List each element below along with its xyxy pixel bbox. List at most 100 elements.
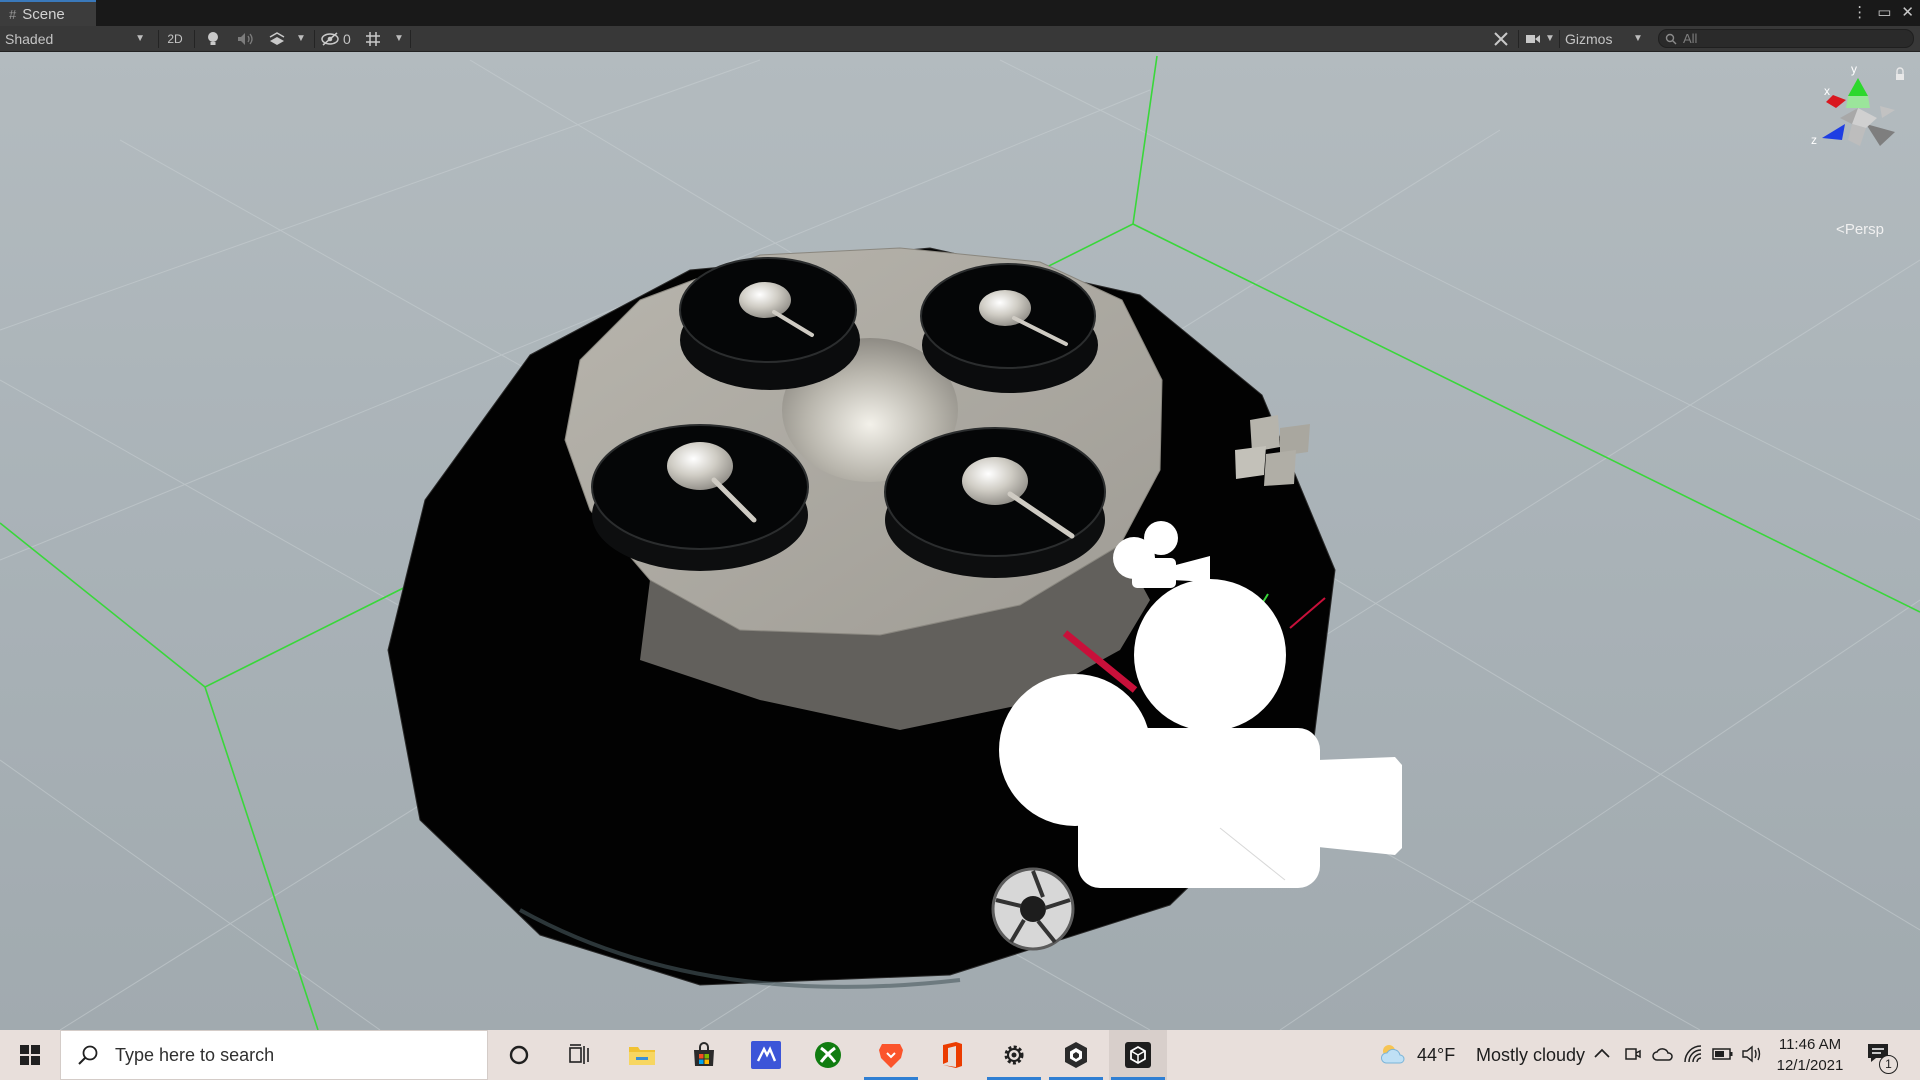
file-explorer-icon — [629, 1047, 655, 1065]
audio-toggle-button[interactable] — [234, 26, 256, 51]
shading-mode-value: Shaded — [5, 30, 54, 47]
editor-title-strip: # Scene ⋮ ▭ ✕ — [0, 0, 1920, 26]
settings-icon — [1004, 1045, 1024, 1065]
toolbar-divider — [314, 30, 315, 48]
close-icon[interactable]: ✕ — [1901, 3, 1914, 21]
lighting-toggle-button[interactable] — [202, 26, 224, 51]
chevron-down-icon: ▼ — [1545, 33, 1555, 44]
unity-editor-icon — [1125, 1042, 1151, 1068]
unity-editor-button[interactable] — [1109, 1030, 1167, 1080]
tools-icon — [1494, 31, 1508, 46]
wifi-icon — [1684, 1045, 1702, 1063]
toolbar-divider — [410, 30, 411, 48]
scene-grid-icon: # — [9, 6, 17, 22]
unity-hub-icon — [1065, 1042, 1087, 1068]
eye-hidden-icon — [321, 31, 339, 46]
orientation-gizmo[interactable]: y x z — [1811, 62, 1895, 147]
2d-toggle-button[interactable]: 2D — [162, 26, 188, 51]
cortana-button[interactable] — [490, 1030, 548, 1080]
maximize-icon[interactable]: ▭ — [1877, 3, 1891, 21]
gizmo-z-label: z — [1811, 133, 1817, 147]
more-icon[interactable]: ⋮ — [1852, 3, 1867, 21]
toolbar-divider — [1559, 30, 1560, 48]
clock-button[interactable]: 11:46 AM 12/1/2021 — [1770, 1030, 1850, 1080]
microsoft-store-button[interactable] — [675, 1030, 733, 1080]
gizmos-button[interactable]: Gizmos — [1565, 26, 1625, 51]
network-button[interactable] — [1683, 1044, 1703, 1069]
projection-label: Persp — [1844, 221, 1884, 238]
scene-tab[interactable]: # Scene — [0, 0, 96, 26]
windows-taskbar: 44°F Mostly cloudy 11:46 AM 12/1/2021 1 — [0, 1030, 1920, 1080]
xbox-button[interactable] — [799, 1030, 857, 1080]
brave-browser-button[interactable] — [862, 1030, 920, 1080]
search-icon — [1665, 33, 1677, 44]
xbox-icon — [815, 1042, 841, 1068]
chevron-down-icon: ▼ — [1633, 33, 1643, 44]
scene-camera-icon — [1526, 34, 1540, 43]
volume-button[interactable] — [1742, 1045, 1762, 1068]
start-button[interactable] — [0, 1030, 60, 1080]
file-explorer-button[interactable] — [613, 1030, 671, 1080]
grid-icon — [366, 31, 380, 46]
notification-count-badge: 1 — [1879, 1055, 1898, 1074]
camera-settings-dropdown[interactable]: ▼ — [1544, 26, 1556, 51]
grid-toggle-button[interactable] — [362, 26, 384, 51]
shading-mode-dropdown[interactable]: Shaded ▼ — [5, 26, 145, 51]
visual-studio-icon — [751, 1041, 781, 1069]
scene-search[interactable] — [1658, 29, 1914, 48]
visual-studio-button[interactable] — [737, 1030, 795, 1080]
meet-now-button[interactable] — [1624, 1045, 1642, 1068]
onedrive-cloud-icon — [1652, 1048, 1673, 1061]
office-icon — [943, 1042, 962, 1068]
effects-icon — [269, 31, 285, 45]
speaker-icon — [238, 32, 253, 45]
show-hidden-icons-button[interactable] — [1593, 1043, 1611, 1068]
gizmo-y-label: y — [1851, 62, 1857, 76]
scene-search-input[interactable] — [1677, 31, 1893, 46]
cloudy-weather-icon — [1380, 1045, 1405, 1064]
toolbar-divider — [158, 30, 159, 48]
gizmo-x-label: x — [1824, 84, 1830, 98]
scene-render: y x z — [0, 55, 1920, 1030]
battery-button[interactable] — [1712, 1046, 1734, 1067]
action-center-button[interactable]: 1 — [1866, 1042, 1898, 1074]
task-view-button[interactable] — [551, 1030, 609, 1080]
2d-toggle-label: 2D — [167, 31, 183, 46]
scene-toolbar: Shaded ▼ 2D ▼ 0 ▼ ▼ Gizmos ▼ All — [0, 26, 1920, 52]
scene-tab-label: Scene — [22, 5, 65, 23]
window-controls: ⋮ ▭ ✕ — [1852, 3, 1914, 21]
chevron-down-icon: ▼ — [296, 33, 306, 44]
taskbar-search-input[interactable] — [113, 1043, 477, 1067]
clock-date: 12/1/2021 — [1776, 1057, 1844, 1074]
onedrive-button[interactable] — [1652, 1046, 1674, 1067]
projection-prefix: < — [1836, 221, 1845, 238]
clock-time: 11:46 AM — [1778, 1036, 1842, 1053]
gizmos-dropdown[interactable]: ▼ — [1631, 26, 1645, 51]
taskbar-search[interactable] — [60, 1030, 488, 1080]
weather-description: Mostly cloudy — [1476, 1045, 1586, 1065]
aperture-icon[interactable] — [991, 867, 1075, 951]
office-button[interactable] — [923, 1030, 981, 1080]
weather-temperature: 44°F — [1417, 1045, 1456, 1065]
cortana-icon — [509, 1045, 529, 1065]
weather-widget[interactable] — [1380, 1043, 1406, 1070]
unity-hub-button[interactable] — [1047, 1030, 1105, 1080]
lock-icon[interactable] — [1896, 67, 1904, 80]
gizmos-label: Gizmos — [1565, 30, 1613, 47]
grid-options-dropdown[interactable]: ▼ — [392, 26, 406, 51]
tools-toggle-button[interactable] — [1490, 26, 1512, 51]
chevron-down-icon: ▼ — [394, 33, 404, 44]
projection-toggle[interactable]: <Persp — [1836, 221, 1884, 238]
lightbulb-icon — [208, 31, 218, 45]
effects-dropdown[interactable]: ▼ — [294, 26, 308, 51]
toolbar-divider — [1518, 30, 1519, 48]
hidden-objects-toggle[interactable]: 0 — [320, 26, 360, 51]
windows-logo-icon — [20, 1045, 40, 1065]
camera-settings-button[interactable] — [1524, 26, 1542, 51]
chevron-down-icon: ▼ — [135, 33, 145, 44]
effects-toggle-button[interactable] — [266, 26, 288, 51]
scene-viewport[interactable]: y x z <Persp — [0, 52, 1920, 1030]
toolbar-divider — [194, 30, 195, 48]
speaker-icon — [1742, 1045, 1761, 1063]
settings-button[interactable] — [985, 1030, 1043, 1080]
